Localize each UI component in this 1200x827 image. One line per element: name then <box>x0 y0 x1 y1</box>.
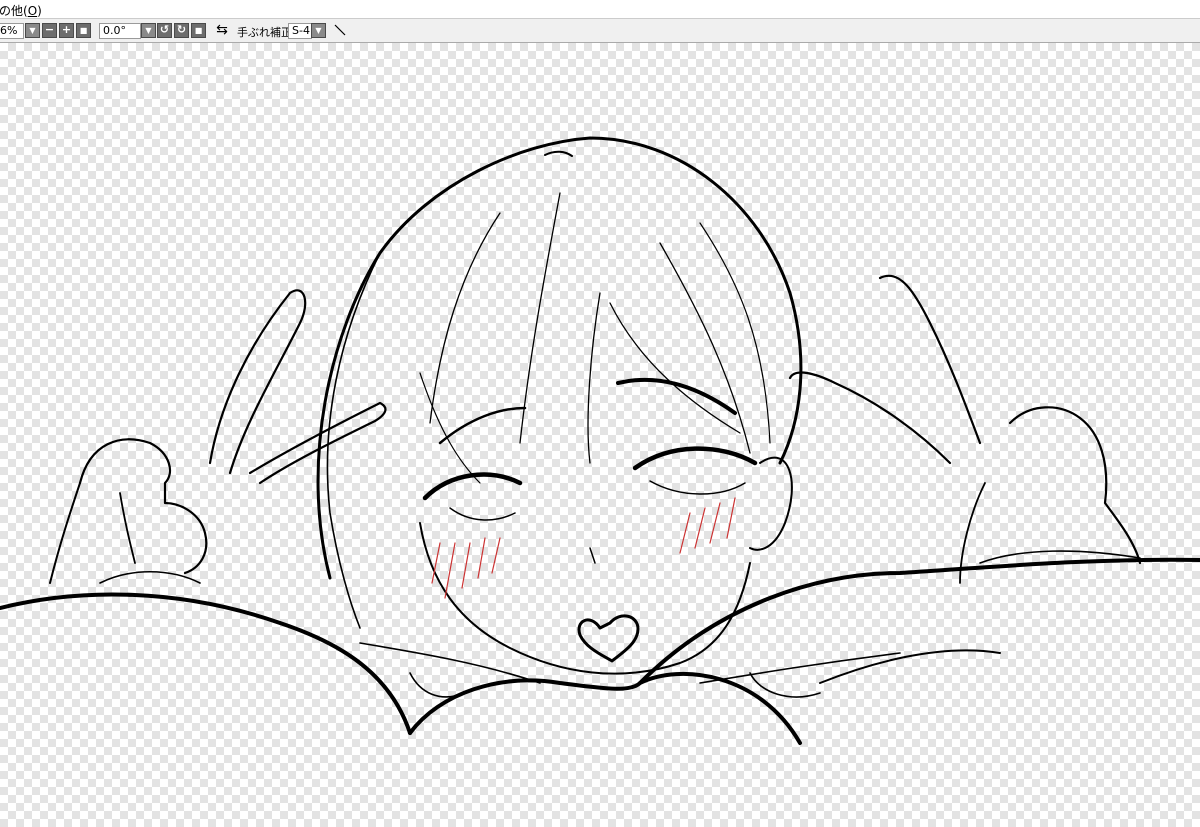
hair-strand <box>609 302 741 434</box>
eye-right-lower <box>649 480 746 495</box>
hair-bun-right <box>749 672 821 698</box>
reset-icon: ■ <box>194 26 203 35</box>
right-hand-finger <box>788 371 952 465</box>
line-tool-icon <box>334 24 346 36</box>
mouth <box>577 614 640 663</box>
hair-strand <box>699 222 771 444</box>
flip-horizontal-button[interactable]: ⇆ <box>214 22 230 38</box>
hair-strand <box>429 212 501 424</box>
menu-other[interactable]: の他(O) <box>0 2 42 19</box>
menu-bar: の他(O) <box>0 0 1200 19</box>
blush-line-left <box>477 537 486 579</box>
eye-right <box>632 446 758 471</box>
flip-icon: ⇆ <box>216 22 228 38</box>
hair-bun-left <box>409 672 466 698</box>
zoom-out-button[interactable]: − <box>42 23 57 38</box>
foreground-curve-left <box>0 592 412 735</box>
rotate-cw-button[interactable]: ↻ <box>174 23 189 38</box>
rotate-ccw-button[interactable]: ↺ <box>157 23 172 38</box>
hair-strand <box>587 292 601 464</box>
hair-strand <box>419 372 481 484</box>
eyebrow-left <box>438 406 527 445</box>
blush-line-right <box>679 512 691 554</box>
zoom-dropdown-button[interactable]: ▼ <box>25 23 40 38</box>
eyebrow-right <box>616 377 737 415</box>
rotation-input[interactable]: 0.0° <box>99 23 141 39</box>
menu-other-suffix: ) <box>37 4 42 18</box>
stabilizer-select[interactable]: S-4 <box>288 23 312 39</box>
blush-line-left <box>491 537 501 574</box>
hair-strand <box>519 192 561 444</box>
rotate-cw-icon: ↻ <box>176 23 187 36</box>
foreground-curve-right-lower <box>819 649 1001 684</box>
view-toolbar: 6% ▼ − + ■ 0.0° ▼ ↺ ↻ ■ ⇆ 手ぶれ補正 S-4 ▼ <box>0 19 1200 43</box>
menu-other-key: O <box>27 4 38 18</box>
foreground-curve-right <box>638 557 1200 685</box>
left-hand-palm <box>78 438 208 575</box>
lineart-drawing <box>0 136 1200 745</box>
zoom-in-button[interactable]: + <box>59 23 74 38</box>
rotate-ccw-icon: ↺ <box>159 23 170 36</box>
stabilizer-label: 手ぶれ補正 <box>237 26 292 39</box>
blush-line-right <box>694 507 706 549</box>
left-hand-finger <box>208 289 307 475</box>
stabilizer-dropdown-button[interactable]: ▼ <box>311 23 326 38</box>
ear-right <box>749 456 793 551</box>
blush-line-right <box>709 502 721 544</box>
blush-line-left <box>461 542 471 589</box>
hair-top-tuft <box>544 150 573 157</box>
zoom-reset-button[interactable]: ■ <box>76 23 91 38</box>
nose <box>589 547 596 564</box>
left-hand-knuckles <box>119 492 136 564</box>
blush-line-left <box>444 542 456 599</box>
foreground-curve-middle <box>408 671 802 745</box>
eye-left <box>422 472 523 501</box>
rotation-dropdown-button[interactable]: ▼ <box>141 23 156 38</box>
blush-line-right <box>726 497 736 539</box>
reset-icon: ■ <box>79 26 88 35</box>
line-tool-button[interactable] <box>332 22 348 38</box>
hair-strand <box>659 242 751 454</box>
zoom-input[interactable]: 6% <box>0 23 24 39</box>
menu-other-prefix: の他( <box>0 4 28 18</box>
eye-left-lower <box>449 507 516 521</box>
right-hand-palm <box>1008 406 1142 565</box>
drawing-canvas[interactable] <box>0 43 1200 827</box>
left-arm <box>49 482 81 584</box>
hair-outline <box>316 136 803 580</box>
collar <box>699 652 901 684</box>
rotation-reset-button[interactable]: ■ <box>191 23 206 38</box>
